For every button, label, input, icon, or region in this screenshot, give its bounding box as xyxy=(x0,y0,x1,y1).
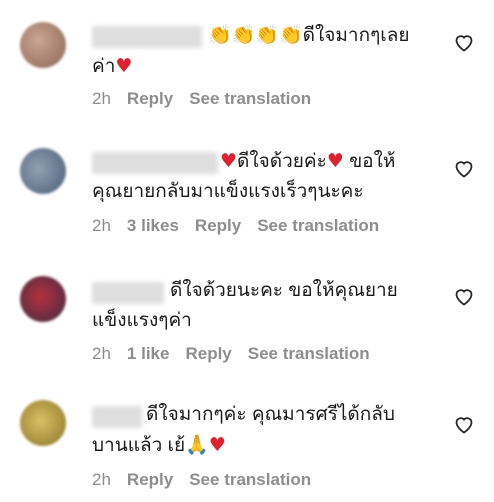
avatar[interactable] xyxy=(20,276,66,322)
reply-button[interactable]: Reply xyxy=(127,470,173,490)
reply-button[interactable]: Reply xyxy=(127,89,173,109)
heart-icon: ♥ xyxy=(208,434,226,456)
see-translation-button[interactable]: See translation xyxy=(189,470,311,490)
heart-icon: ♥ xyxy=(220,150,238,172)
see-translation-button[interactable]: See translation xyxy=(248,344,370,364)
timestamp: 2h xyxy=(92,216,111,235)
folded-hands-icon: 🙏 xyxy=(185,434,209,456)
avatar[interactable] xyxy=(20,22,66,68)
avatar[interactable] xyxy=(20,148,66,194)
reply-button[interactable]: Reply xyxy=(185,344,231,364)
likes-count[interactable]: 3 likes xyxy=(127,216,179,236)
comment-meta: 2h Reply See translation xyxy=(92,89,327,109)
reply-button[interactable]: Reply xyxy=(195,216,241,236)
see-translation-button[interactable]: See translation xyxy=(189,89,311,109)
avatar[interactable] xyxy=(20,400,66,446)
heart-outline-icon[interactable] xyxy=(452,30,476,54)
clapping-hands-icon: 👏👏👏👏 xyxy=(208,24,303,46)
comment-text: ♥ดีใจด้วยค่ะ♥ ขอให้ คุณยายกลับมาแข็งแรงเ… xyxy=(92,150,396,202)
comment-text: 👏👏👏👏ดีใจมากๆเลย ค่า♥ xyxy=(92,24,410,77)
heart-outline-icon[interactable] xyxy=(452,284,476,308)
timestamp: 2h xyxy=(92,344,111,363)
heart-icon: ♥ xyxy=(326,150,344,172)
comment-meta: 2h 1 like Reply See translation xyxy=(92,344,386,364)
heart-outline-icon[interactable] xyxy=(452,412,476,436)
comment-text: ดีใจมากๆค่ะ คุณมารศรีได้กลับ บานแล้ว เย้… xyxy=(92,404,395,456)
timestamp: 2h xyxy=(92,89,111,108)
timestamp: 2h xyxy=(92,470,111,489)
comment-meta: 2h Reply See translation xyxy=(92,470,327,490)
likes-count[interactable]: 1 like xyxy=(127,344,170,364)
comment-meta: 2h 3 likes Reply See translation xyxy=(92,216,395,236)
see-translation-button[interactable]: See translation xyxy=(257,216,379,236)
comment-text: ดีใจด้วยนะคะ ขอให้คุณยาย แข็งแรงๆค่า xyxy=(92,280,398,331)
heart-icon: ♥ xyxy=(115,55,133,77)
heart-outline-icon[interactable] xyxy=(452,156,476,180)
